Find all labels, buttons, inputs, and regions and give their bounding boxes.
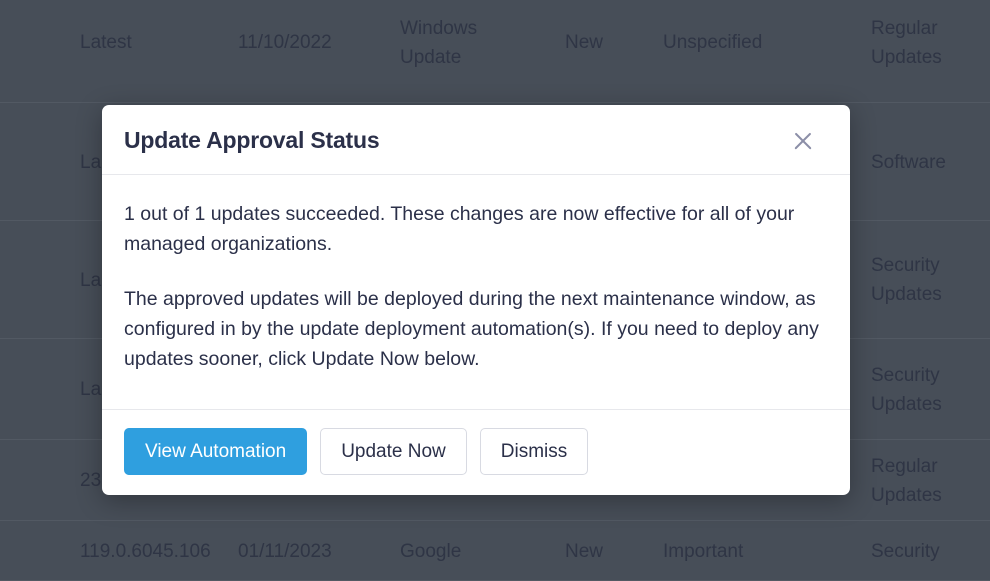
view-automation-button[interactable]: View Automation — [124, 428, 308, 475]
modal-overlay: Update Approval Status 1 out of 1 update… — [0, 0, 990, 556]
update-approval-status-dialog: Update Approval Status 1 out of 1 update… — [102, 105, 850, 495]
update-now-button[interactable]: Update Now — [320, 428, 467, 475]
dialog-body: 1 out of 1 updates succeeded. These chan… — [102, 175, 850, 409]
dialog-footer: View Automation Update Now Dismiss — [102, 409, 850, 495]
status-message-primary: 1 out of 1 updates succeeded. These chan… — [124, 203, 795, 255]
status-message-secondary: The approved updates will be deployed du… — [124, 288, 819, 370]
dialog-header: Update Approval Status — [102, 105, 850, 175]
dismiss-button[interactable]: Dismiss — [479, 428, 589, 475]
page-title: Update Approval Status — [124, 127, 380, 153]
close-icon[interactable] — [790, 128, 816, 154]
